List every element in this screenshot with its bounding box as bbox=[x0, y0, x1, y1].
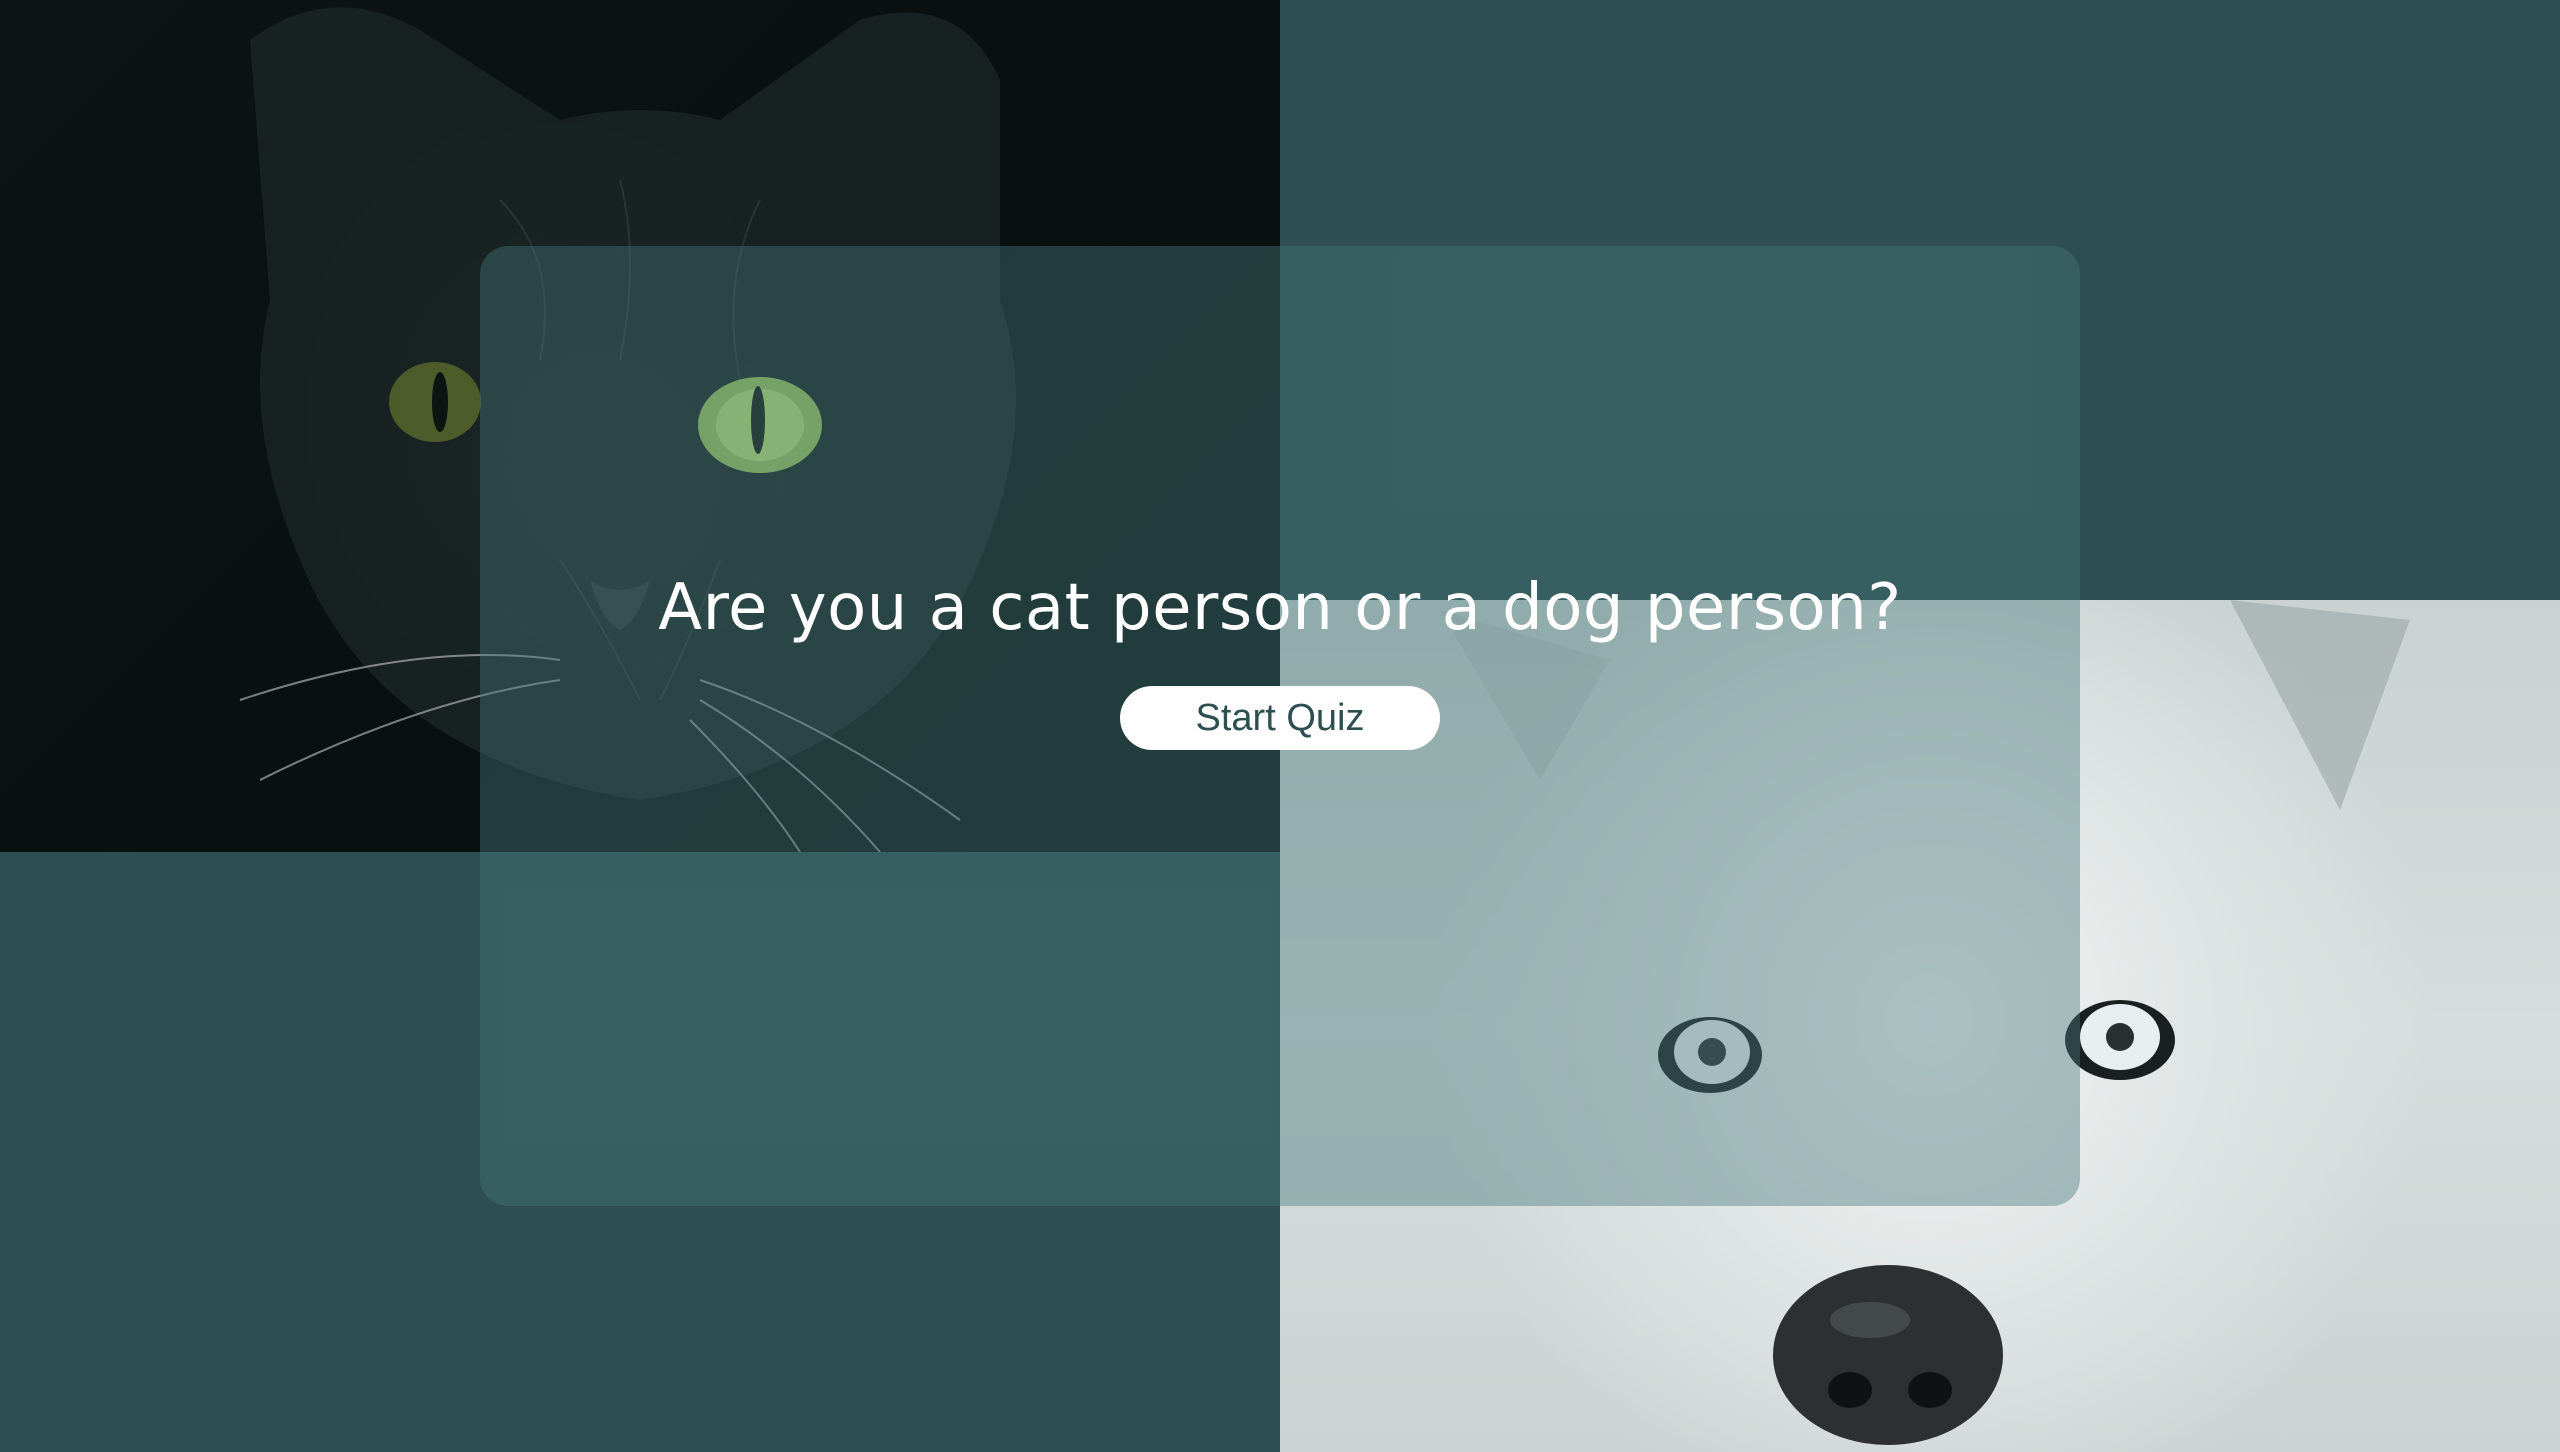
quiz-intro-card: Are you a cat person or a dog person? St… bbox=[480, 246, 2080, 1206]
quiz-landing-page: Are you a cat person or a dog person? St… bbox=[0, 0, 2560, 1452]
quiz-title: Are you a cat person or a dog person? bbox=[658, 570, 1902, 645]
start-quiz-button[interactable]: Start Quiz bbox=[1120, 686, 1440, 751]
